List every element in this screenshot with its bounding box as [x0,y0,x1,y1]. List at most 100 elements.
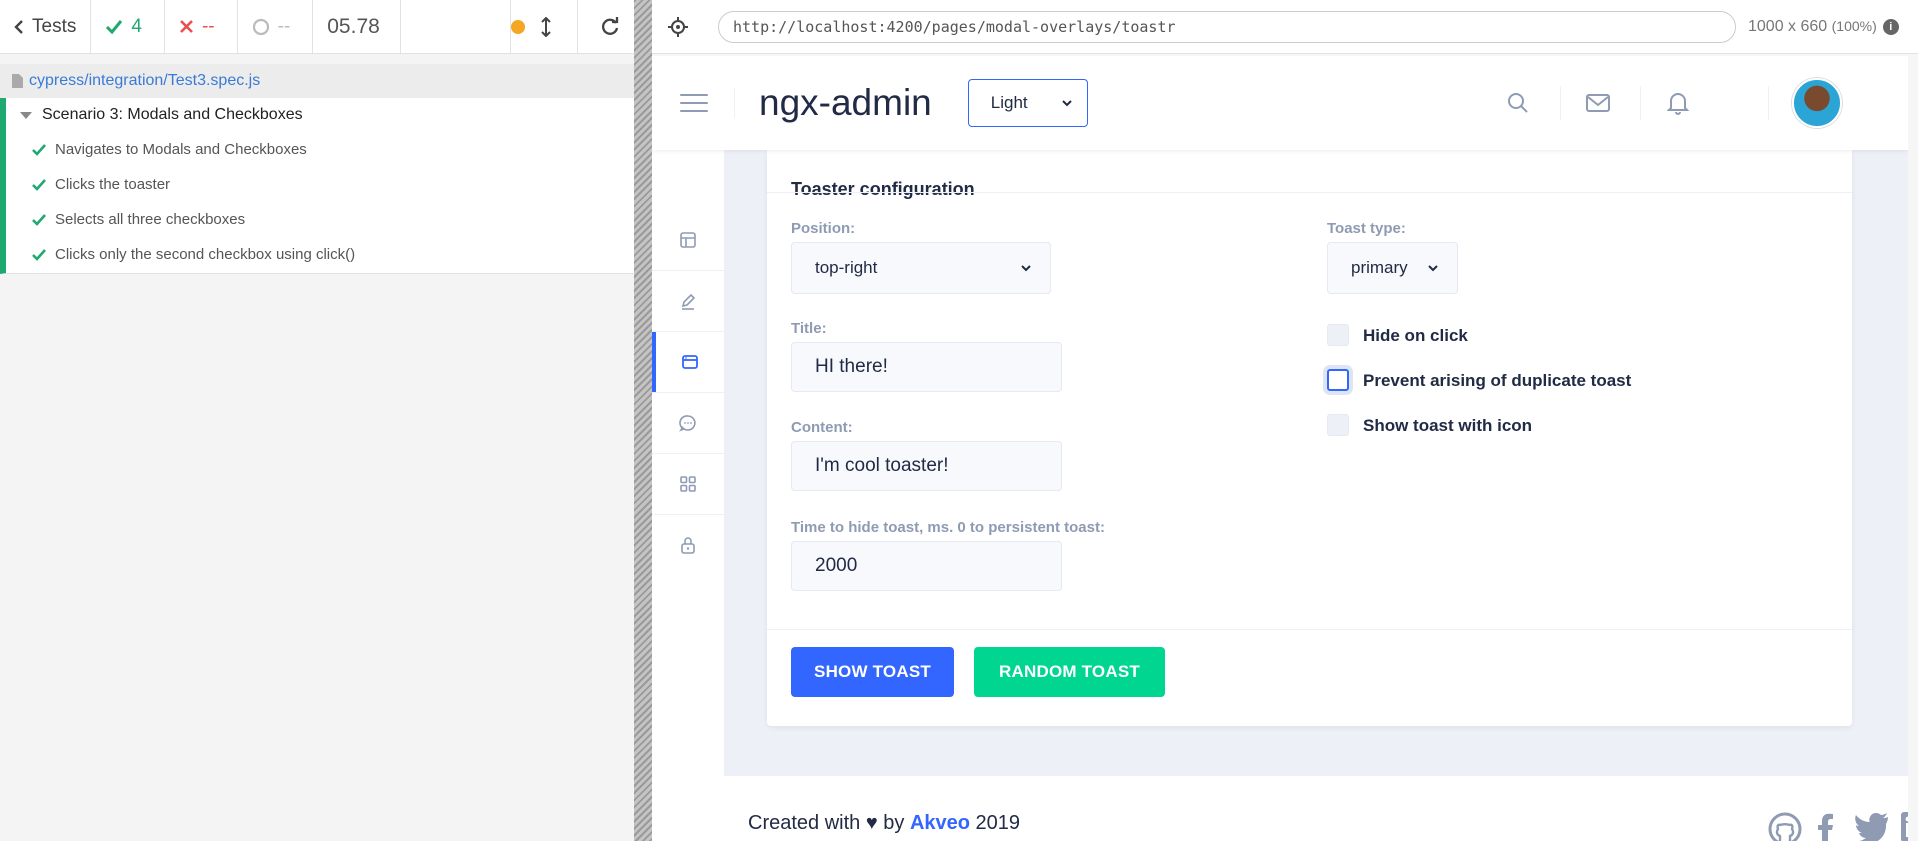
sidebar-item-tables[interactable] [652,454,724,514]
viewport-dimensions: 1000 x 660 [1748,17,1828,35]
theme-select-value: Light [990,93,1028,112]
show-icon-checkbox[interactable] [1327,414,1349,436]
footer-year: 2019 [975,812,1021,834]
header-separator [1768,86,1769,120]
back-label: Tests [32,15,77,37]
akveo-link[interactable]: Akveo [910,812,970,834]
chevron-left-icon [14,19,24,35]
suite-title-row[interactable]: Scenario 3: Modals and Checkboxes [6,98,634,132]
show-icon-label[interactable]: Show toast with icon [1363,416,1532,436]
passed-stat: 4 [91,0,165,53]
test-title: Clicks the toaster [55,176,171,193]
sidebar-item-forms[interactable] [652,271,724,331]
user-avatar[interactable] [1792,78,1842,128]
github-icon[interactable] [1768,812,1802,841]
check-icon [32,213,46,226]
layout-icon [679,231,697,249]
test-title: Selects all three checkboxes [55,211,246,228]
toast-type-select-value: primary [1351,258,1408,277]
message-circle-icon [679,414,697,432]
position-select[interactable]: top-right [791,242,1051,294]
chevron-down-icon [1427,264,1439,272]
facebook-icon[interactable] [1816,812,1834,841]
chevron-down-icon [1061,99,1073,107]
lock-icon [679,536,697,554]
grid-icon [679,475,697,493]
failed-count: -- [201,15,215,37]
position-select-value: top-right [815,258,878,277]
chevron-down-icon [1020,264,1032,272]
sidebar-item-layout[interactable] [652,210,724,270]
sidebar-item-modal-overlays[interactable] [652,332,724,392]
spec-file-bar: cypress/integration/Test3.spec.js [0,64,634,98]
timeout-input[interactable]: 2000 [791,541,1062,591]
cypress-runner-panel: Tests 4 -- -- 05.78 cypress/integration/… [0,0,634,841]
duration-value: 05.78 [327,14,380,38]
search-icon[interactable] [1498,56,1538,150]
position-label: Position: [791,220,856,237]
browser-icon [681,353,699,371]
auto-scroll-toggle-icon[interactable] [541,16,551,37]
toast-type-select[interactable]: primary [1327,242,1458,294]
sidebar-item-extra-components[interactable] [652,393,724,453]
menu-toggle-icon[interactable] [680,94,708,112]
sidebar-item-auth[interactable] [652,515,724,575]
toaster-config-card: Toaster configuration Position: top-righ… [767,150,1852,726]
runner-stats-bar: Tests 4 -- -- 05.78 [0,0,634,54]
back-to-tests-button[interactable]: Tests [0,0,92,53]
pending-count: -- [277,15,291,37]
selector-playground-crosshair-icon[interactable] [656,16,700,37]
test-title: Clicks only the second checkbox using cl… [55,246,356,263]
prevent-duplicates-checkbox[interactable] [1327,369,1349,391]
caret-down-icon [20,111,32,119]
test-row[interactable]: Navigates to Modals and Checkboxes [6,132,634,167]
header-separator [1640,86,1641,120]
pending-stat: -- [238,0,314,53]
prevent-duplicates-label[interactable]: Prevent arising of duplicate toast [1363,371,1631,391]
spec-file-link[interactable]: cypress/integration/Test3.spec.js [29,72,260,90]
mail-icon[interactable] [1578,56,1618,150]
linkedin-icon[interactable] [1901,812,1908,841]
sidebar [652,150,724,841]
hide-on-click-label[interactable]: Hide on click [1363,326,1468,346]
app-footer: Created with ♥ by Akveo 2019 [724,776,1908,841]
rerun-icon[interactable] [600,16,620,37]
theme-select[interactable]: Light [967,79,1088,127]
test-row[interactable]: Clicks the toaster [6,167,634,202]
suite-title: Scenario 3: Modals and Checkboxes [42,106,303,123]
test-row[interactable]: Clicks only the second checkbox using cl… [6,237,634,272]
app-under-test: ngx-admin Light Toaster configuration Po… [652,56,1908,841]
header-separator [1560,86,1561,120]
file-icon [12,74,23,88]
header-divider [734,88,735,118]
title-label: Title: [791,320,827,337]
panel-resize-handle[interactable] [634,0,652,841]
footer-prefix: Created with ♥ by [748,812,905,834]
twitter-icon[interactable] [1854,812,1890,841]
hide-on-click-checkbox[interactable] [1327,324,1349,346]
footer-credit: Created with ♥ by Akveo 2019 [748,812,1020,835]
aut-url-bar: http://localhost:4200/pages/modal-overla… [652,0,1918,54]
test-list: Scenario 3: Modals and Checkboxes Naviga… [0,98,634,274]
content-input[interactable]: I'm cool toaster! [791,441,1062,491]
card-footer-divider [767,629,1852,630]
edit-icon [679,292,697,310]
card-header-divider [767,192,1852,193]
bell-icon[interactable] [1658,56,1698,150]
test-row[interactable]: Selects all three checkboxes [6,202,634,237]
failed-stat: -- [165,0,238,53]
test-title: Navigates to Modals and Checkboxes [55,141,307,158]
info-icon[interactable]: i [1882,18,1899,35]
show-toast-button[interactable]: SHOW TOAST [791,647,954,697]
x-icon [179,19,194,34]
viewport-size: 1000 x 660 (100%) [1748,18,1877,36]
title-input[interactable]: HI there! [791,342,1062,392]
content-label: Content: [791,419,853,436]
brand-logo[interactable]: ngx-admin [759,82,932,124]
runner-controls [510,0,634,54]
random-toast-button[interactable]: RANDOM TOAST [974,647,1165,697]
viewport-zoom: (100%) [1831,17,1877,34]
check-icon [105,19,123,35]
time-label: Time to hide toast, ms. 0 to persistent … [791,519,1105,536]
url-field[interactable]: http://localhost:4200/pages/modal-overla… [718,10,1736,43]
